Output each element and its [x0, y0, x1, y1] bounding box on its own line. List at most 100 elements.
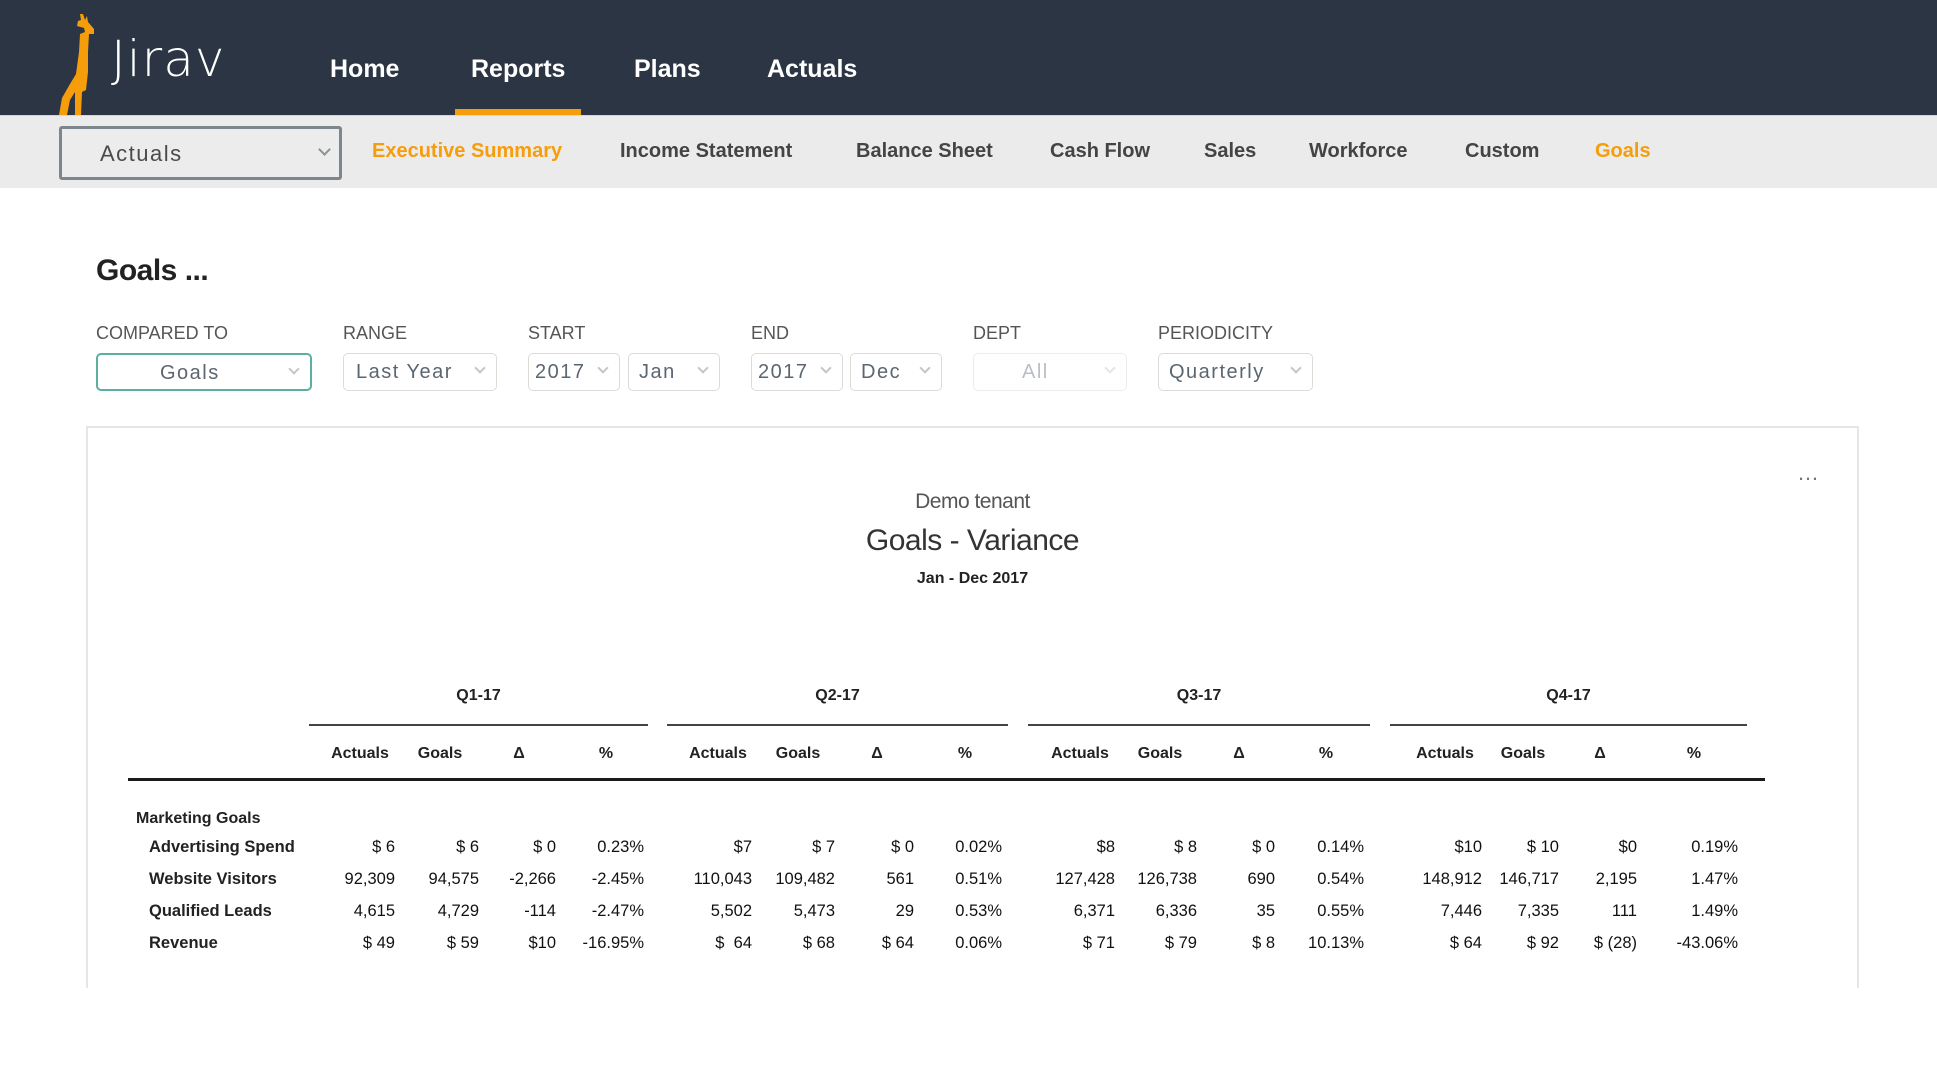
- tab-executive-summary[interactable]: Executive Summary: [372, 140, 562, 163]
- top-navigation-bar: Jirav Home Reports Plans Actuals: [0, 0, 1937, 115]
- page-title[interactable]: Goals ...: [96, 254, 209, 288]
- table-cell: 35: [1256, 902, 1275, 920]
- start-month-select[interactable]: Jan: [628, 353, 720, 391]
- table-cell: -43.06%: [1676, 934, 1738, 952]
- chevron-down-icon: [919, 362, 931, 374]
- chevron-down-icon: [474, 362, 486, 374]
- table-cell: -114: [524, 902, 556, 920]
- tab-sales[interactable]: Sales: [1204, 140, 1256, 163]
- table-cell: -16.95%: [582, 934, 644, 952]
- table-cell: 2,195: [1595, 870, 1637, 888]
- report-card: … Demo tenant Goals - Variance Jan - Dec…: [86, 426, 1859, 988]
- end-month-select[interactable]: Dec: [850, 353, 942, 391]
- table-cell: 561: [886, 870, 914, 888]
- tab-cash-flow[interactable]: Cash Flow: [1050, 140, 1150, 163]
- periodicity-select[interactable]: Quarterly: [1158, 353, 1313, 391]
- start-year-select[interactable]: 2017: [528, 353, 620, 391]
- range-label: RANGE: [343, 323, 408, 343]
- jirav-logo[interactable]: Jirav: [58, 12, 238, 115]
- table-cell: -2,266: [509, 870, 556, 888]
- report-tenant: Demo tenant: [915, 490, 1030, 513]
- end-year-value: 2017: [758, 361, 809, 383]
- logo-text: Jirav: [111, 30, 226, 88]
- table-cell: 111: [1611, 902, 1637, 920]
- end-month-value: Dec: [861, 361, 902, 383]
- periodicity-label: PERIODICITY: [1158, 323, 1274, 343]
- table-cell: $ 0: [1252, 838, 1275, 856]
- scenario-select[interactable]: Actuals: [59, 126, 342, 180]
- start-label: START: [528, 323, 586, 343]
- nav-home[interactable]: Home: [330, 55, 399, 84]
- header-rule: [128, 778, 1765, 781]
- table-cell: $ 0: [533, 838, 556, 856]
- chevron-down-icon: [820, 362, 832, 374]
- column-header: Δ: [1233, 745, 1245, 762]
- quarter-header: Q3-17: [1176, 687, 1222, 704]
- chevron-down-icon: [288, 363, 300, 375]
- end-year-select[interactable]: 2017: [751, 353, 843, 391]
- row-label: Revenue: [149, 934, 218, 952]
- chevron-down-icon: [597, 362, 609, 374]
- table-cell: 0.14%: [1317, 838, 1364, 856]
- chevron-down-icon: [318, 143, 331, 156]
- tab-income-statement[interactable]: Income Statement: [620, 140, 792, 163]
- table-cell: $ (28): [1593, 934, 1637, 952]
- table-cell: 0.19%: [1691, 838, 1738, 856]
- table-cell: 1.47%: [1691, 870, 1738, 888]
- scenario-select-value: Actuals: [100, 141, 183, 166]
- column-header: %: [1318, 745, 1334, 762]
- tab-custom[interactable]: Custom: [1465, 140, 1539, 163]
- column-header: Δ: [871, 745, 883, 762]
- column-header: %: [1686, 745, 1702, 762]
- chevron-down-icon: [1290, 362, 1302, 374]
- row-label: Advertising Spend: [149, 838, 295, 856]
- column-header: Actuals: [689, 745, 747, 762]
- table-cell: 0.53%: [955, 902, 1002, 920]
- dept-value: All: [1022, 361, 1049, 383]
- table-cell: -2.45%: [591, 870, 644, 888]
- table-cell: $ 8: [1252, 934, 1275, 952]
- end-label: END: [751, 323, 790, 343]
- compared-to-label: COMPARED TO: [96, 323, 229, 343]
- report-date-range: Jan - Dec 2017: [916, 570, 1029, 587]
- quarter-header: Q2-17: [815, 687, 860, 704]
- table-cell: 0.54%: [1317, 870, 1364, 888]
- column-header: %: [598, 745, 614, 762]
- quarter-divider: [667, 724, 1008, 726]
- giraffe-icon: [59, 14, 94, 115]
- nav-plans[interactable]: Plans: [634, 55, 701, 84]
- table-cell: 29: [895, 902, 914, 920]
- compared-to-select[interactable]: Goals: [96, 353, 312, 391]
- nav-reports[interactable]: Reports: [471, 55, 565, 84]
- table-cell: $ 0: [891, 838, 914, 856]
- start-month-value: Jan: [639, 361, 676, 383]
- column-header: Actuals: [331, 745, 389, 762]
- quarter-header: Q4-17: [1546, 687, 1591, 704]
- table-cell: 0.55%: [1317, 902, 1364, 920]
- tab-workforce[interactable]: Workforce: [1309, 140, 1408, 163]
- more-options-icon[interactable]: …: [1797, 462, 1821, 484]
- column-header: Actuals: [1051, 745, 1109, 762]
- table-cell: 0.02%: [955, 838, 1002, 856]
- table-cell: 690: [1247, 870, 1275, 888]
- dept-select[interactable]: All: [973, 353, 1127, 391]
- range-select[interactable]: Last Year: [343, 353, 497, 391]
- periodicity-value: Quarterly: [1169, 361, 1265, 383]
- quarter-divider: [309, 724, 648, 726]
- dept-label: DEPT: [973, 323, 1022, 343]
- tab-balance-sheet[interactable]: Balance Sheet: [856, 140, 993, 163]
- table-cell: $10: [528, 934, 556, 952]
- tab-goals[interactable]: Goals: [1595, 140, 1651, 163]
- column-header: Actuals: [1416, 745, 1474, 762]
- group-label: Marketing Goals: [136, 810, 261, 827]
- row-label: Qualified Leads: [149, 902, 272, 920]
- report-title: Goals - Variance: [865, 524, 1080, 557]
- nav-actuals[interactable]: Actuals: [767, 55, 857, 84]
- table-cell: -2.47%: [591, 902, 644, 920]
- table-cell: $0: [1618, 838, 1637, 856]
- compared-to-value: Goals: [160, 362, 220, 384]
- column-header: Goals: [1137, 745, 1183, 762]
- column-header: Goals: [417, 745, 463, 762]
- quarter-divider: [1390, 724, 1747, 726]
- table-cell: 1.49%: [1691, 902, 1738, 920]
